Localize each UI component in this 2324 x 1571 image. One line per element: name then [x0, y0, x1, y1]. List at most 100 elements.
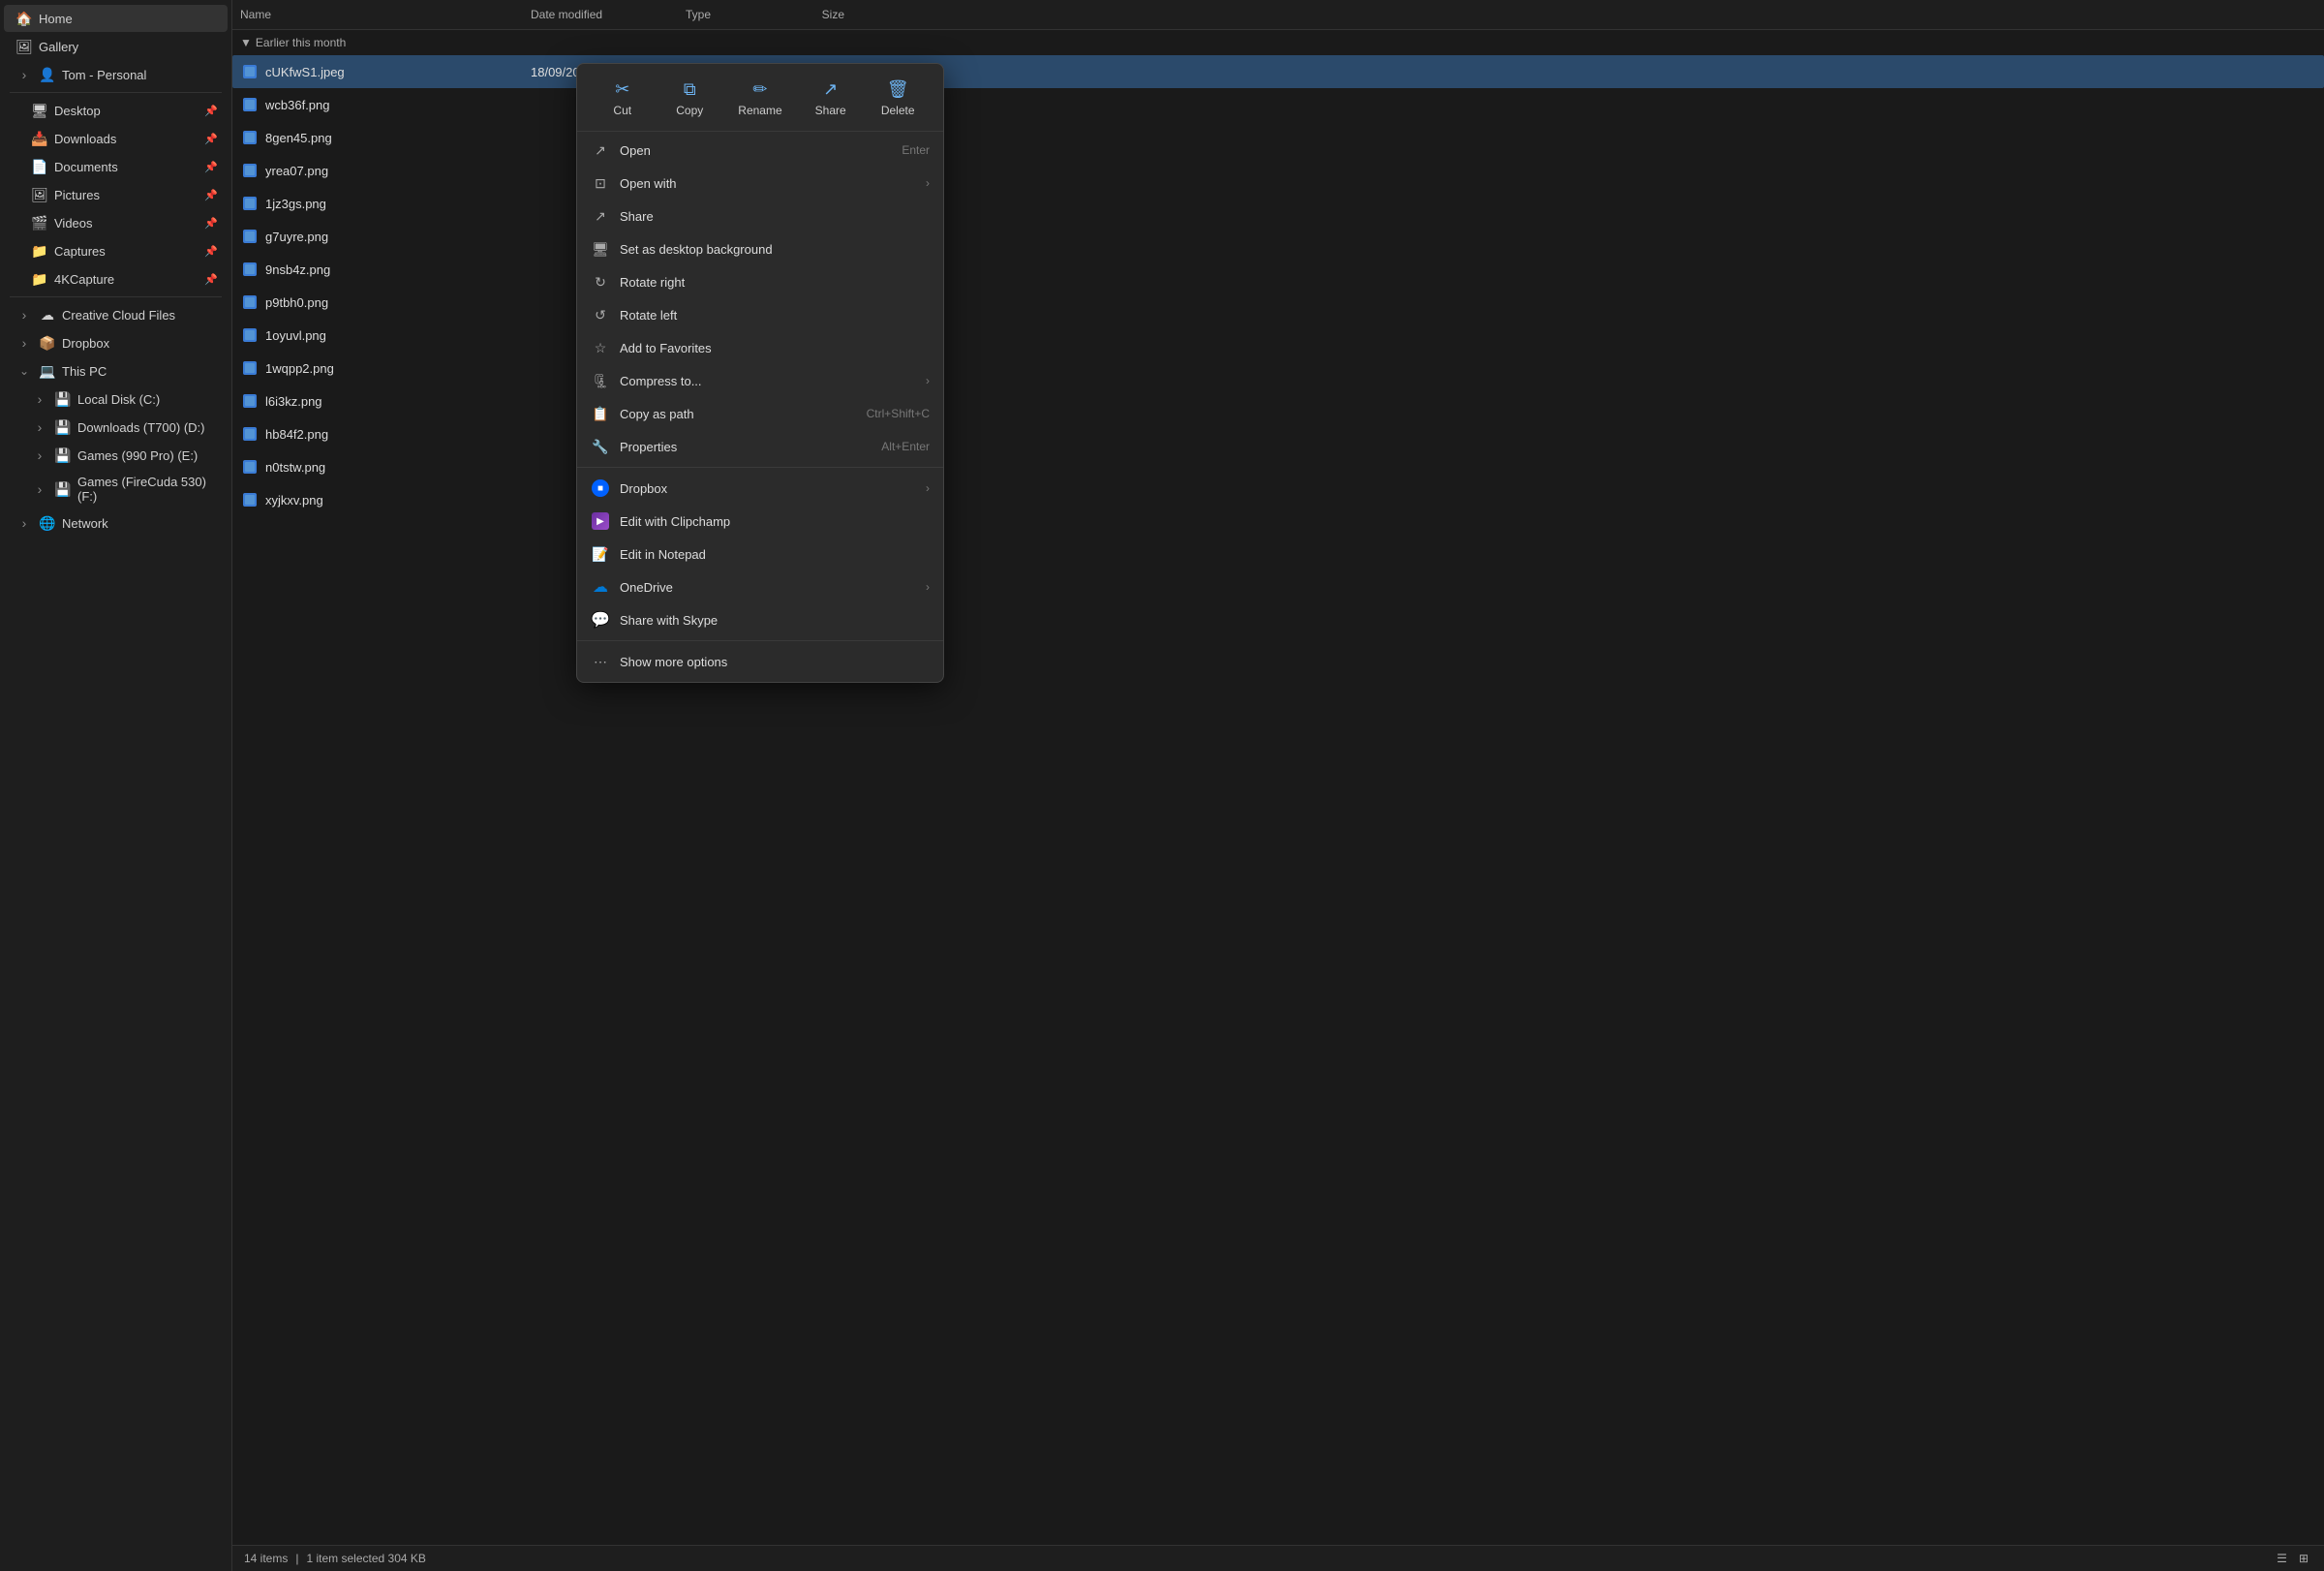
sidebar-label-tom-personal: Tom - Personal	[62, 68, 146, 82]
skype-brand-icon: 💬	[591, 610, 610, 630]
sidebar-item-home[interactable]: 🏠Home	[4, 5, 228, 32]
expand-chevron-downloads-t700: ›	[31, 418, 48, 436]
context-menu-overlay[interactable]: ✂Cut ⧉Copy ✏Rename ↗Share 🗑 Delete ↗OpenEnter…	[232, 0, 2324, 1571]
sidebar-icon-captures: 📁	[31, 242, 48, 260]
sidebar-label-captures: Captures	[54, 244, 106, 259]
sidebar-icon-downloads: 📥	[31, 130, 48, 147]
sidebar-label-downloads-t700: Downloads (T700) (D:)	[77, 420, 205, 435]
ctx-item-add-favorites[interactable]: ☆Add to Favorites	[577, 331, 943, 364]
sidebar-label-videos: Videos	[54, 216, 93, 231]
sidebar-item-tom-personal[interactable]: › 👤 Tom - Personal	[4, 61, 228, 88]
ctx-item-share-skype[interactable]: 💬Share with Skype	[577, 603, 943, 636]
sidebar-label-home: Home	[39, 12, 73, 26]
onedrive-brand-icon: ☁	[593, 577, 608, 597]
sidebar-icon-desktop: 🖥	[31, 102, 48, 119]
sidebar-item-gallery[interactable]: 🖼 Gallery	[4, 33, 228, 60]
ctx-item-dropbox[interactable]: ■ Dropbox ›	[577, 472, 943, 505]
ctx-toolbar-share[interactable]: ↗Share	[804, 76, 857, 121]
ctx-toolbar-icon-rename: ✏	[752, 79, 767, 100]
sidebar-item-4kcapture[interactable]: 📁4KCapture📌	[4, 265, 228, 293]
sidebar-item-creative-cloud[interactable]: ›☁Creative Cloud Files	[4, 301, 228, 328]
ctx-item-onedrive[interactable]: ☁OneDrive›	[577, 570, 943, 603]
ctx-icon-rotate-left: ↺	[591, 305, 610, 324]
sidebar-icon-gallery: 🖼	[15, 38, 33, 55]
ctx-item-properties[interactable]: 🔧PropertiesAlt+Enter	[577, 430, 943, 463]
sidebar-icon-4kcapture: 📁	[31, 270, 48, 288]
sidebar-icon-network: 🌐	[39, 514, 56, 532]
ctx-toolbar-label-cut: Cut	[613, 104, 631, 117]
sidebar-icon-creative-cloud: ☁	[39, 306, 56, 323]
ctx-item-show-more[interactable]: ⋯ Show more options	[577, 645, 943, 678]
ctx-label-compress-to: Compress to...	[620, 374, 916, 388]
sidebar-icon-tom-personal: 👤	[39, 66, 56, 83]
ctx-shortcut-properties: Alt+Enter	[881, 440, 930, 453]
sidebar-item-local-disk-c[interactable]: ›💾Local Disk (C:)	[4, 385, 228, 413]
ctx-label-rotate-left: Rotate left	[620, 308, 930, 323]
ctx-label-add-favorites: Add to Favorites	[620, 341, 930, 355]
ctx-toolbar-rename[interactable]: ✏Rename	[730, 76, 789, 121]
ctx-toolbar-icon-delete: 🗑	[887, 79, 909, 100]
ctx-label-edit-clipchamp: Edit with Clipchamp	[620, 514, 930, 529]
sidebar-label-gallery: Gallery	[39, 40, 78, 54]
sidebar-item-videos[interactable]: 🎬Videos📌	[4, 209, 228, 236]
context-menu-toolbar: ✂Cut ⧉Copy ✏Rename ↗Share 🗑 Delete	[577, 68, 943, 132]
sidebar-item-desktop[interactable]: 🖥Desktop📌	[4, 97, 228, 124]
expand-chevron-games-firecuda: ›	[31, 480, 48, 498]
ctx-toolbar-cut[interactable]: ✂Cut	[596, 76, 649, 121]
pin-icon-documents: 📌	[204, 161, 218, 173]
ctx-icon-share-skype: 💬	[591, 610, 610, 630]
ctx-icon-open-with: ⊡	[591, 173, 610, 193]
ctx-label-show-more: Show more options	[620, 655, 930, 669]
sidebar: 🏠Home 🖼 Gallery › 👤 Tom - Personal 🖥Desktop📌 📥 D…	[0, 0, 232, 1571]
ctx-divider	[577, 467, 943, 468]
sidebar-icon-documents: 📄	[31, 158, 48, 175]
sidebar-label-documents: Documents	[54, 160, 118, 174]
ctx-icon-share: ↗	[591, 206, 610, 226]
ctx-label-dropbox: Dropbox	[620, 481, 916, 496]
ctx-item-open-with[interactable]: ⊡Open with›	[577, 167, 943, 200]
pin-icon-videos: 📌	[204, 217, 218, 230]
sidebar-label-downloads: Downloads	[54, 132, 116, 146]
pin-icon-downloads: 📌	[204, 133, 218, 145]
ctx-item-compress-to[interactable]: 🗜Compress to...›	[577, 364, 943, 397]
ctx-toolbar-label-delete: Delete	[881, 104, 915, 117]
ctx-icon-show-more: ⋯	[591, 652, 610, 671]
ctx-item-edit-clipchamp[interactable]: ▶Edit with Clipchamp	[577, 505, 943, 538]
sidebar-item-pictures[interactable]: 🖼Pictures📌	[4, 181, 228, 208]
sidebar-item-network[interactable]: ›🌐Network	[4, 509, 228, 537]
ctx-divider	[577, 640, 943, 641]
expand-chevron-tom-personal: ›	[15, 66, 33, 83]
ctx-item-rotate-right[interactable]: ↻Rotate right	[577, 265, 943, 298]
context-menu-items: ↗OpenEnter⊡Open with›↗Share🖥Set as deskt…	[577, 134, 943, 678]
notepad-brand-icon: 📝	[592, 546, 608, 563]
sidebar-item-documents[interactable]: 📄 Documents 📌	[4, 153, 228, 180]
ctx-item-share[interactable]: ↗Share	[577, 200, 943, 232]
sidebar-label-pictures: Pictures	[54, 188, 100, 202]
sidebar-item-games-firecuda[interactable]: ›💾Games (FireCuda 530) (F:)	[4, 470, 228, 508]
dropbox-brand-icon: ■	[592, 479, 609, 497]
sidebar-item-games-990[interactable]: ›💾Games (990 Pro) (E:)	[4, 442, 228, 469]
sidebar-icon-pictures: 🖼	[31, 186, 48, 203]
ctx-submenu-arrow-dropbox: ›	[926, 481, 930, 495]
ctx-item-set-desktop-bg[interactable]: 🖥Set as desktop background	[577, 232, 943, 265]
ctx-label-properties: Properties	[620, 440, 872, 454]
expand-chevron-local-disk-c: ›	[31, 390, 48, 408]
ctx-icon-edit-notepad: 📝	[591, 544, 610, 564]
sidebar-label-local-disk-c: Local Disk (C:)	[77, 392, 160, 407]
sidebar-item-downloads[interactable]: 📥 Downloads 📌	[4, 125, 228, 152]
sidebar-item-captures[interactable]: 📁Captures📌	[4, 237, 228, 264]
ctx-toolbar-delete[interactable]: 🗑 Delete	[872, 76, 925, 121]
pin-icon-desktop: 📌	[204, 105, 218, 117]
sidebar-item-this-pc[interactable]: ⌄💻This PC	[4, 357, 228, 385]
sidebar-item-downloads-t700[interactable]: ›💾Downloads (T700) (D:)	[4, 414, 228, 441]
sidebar-item-dropbox[interactable]: ›📦Dropbox	[4, 329, 228, 356]
ctx-item-open[interactable]: ↗OpenEnter	[577, 134, 943, 167]
context-menu: ✂Cut ⧉Copy ✏Rename ↗Share 🗑 Delete ↗OpenEnter…	[576, 63, 944, 683]
ctx-item-copy-as-path[interactable]: 📋Copy as pathCtrl+Shift+C	[577, 397, 943, 430]
sidebar-label-this-pc: This PC	[62, 364, 107, 379]
expand-chevron-network: ›	[15, 514, 33, 532]
ctx-toolbar-copy[interactable]: ⧉Copy	[663, 76, 717, 121]
ctx-item-edit-notepad[interactable]: 📝Edit in Notepad	[577, 538, 943, 570]
sidebar-label-games-firecuda: Games (FireCuda 530) (F:)	[77, 475, 218, 504]
ctx-item-rotate-left[interactable]: ↺ Rotate left	[577, 298, 943, 331]
